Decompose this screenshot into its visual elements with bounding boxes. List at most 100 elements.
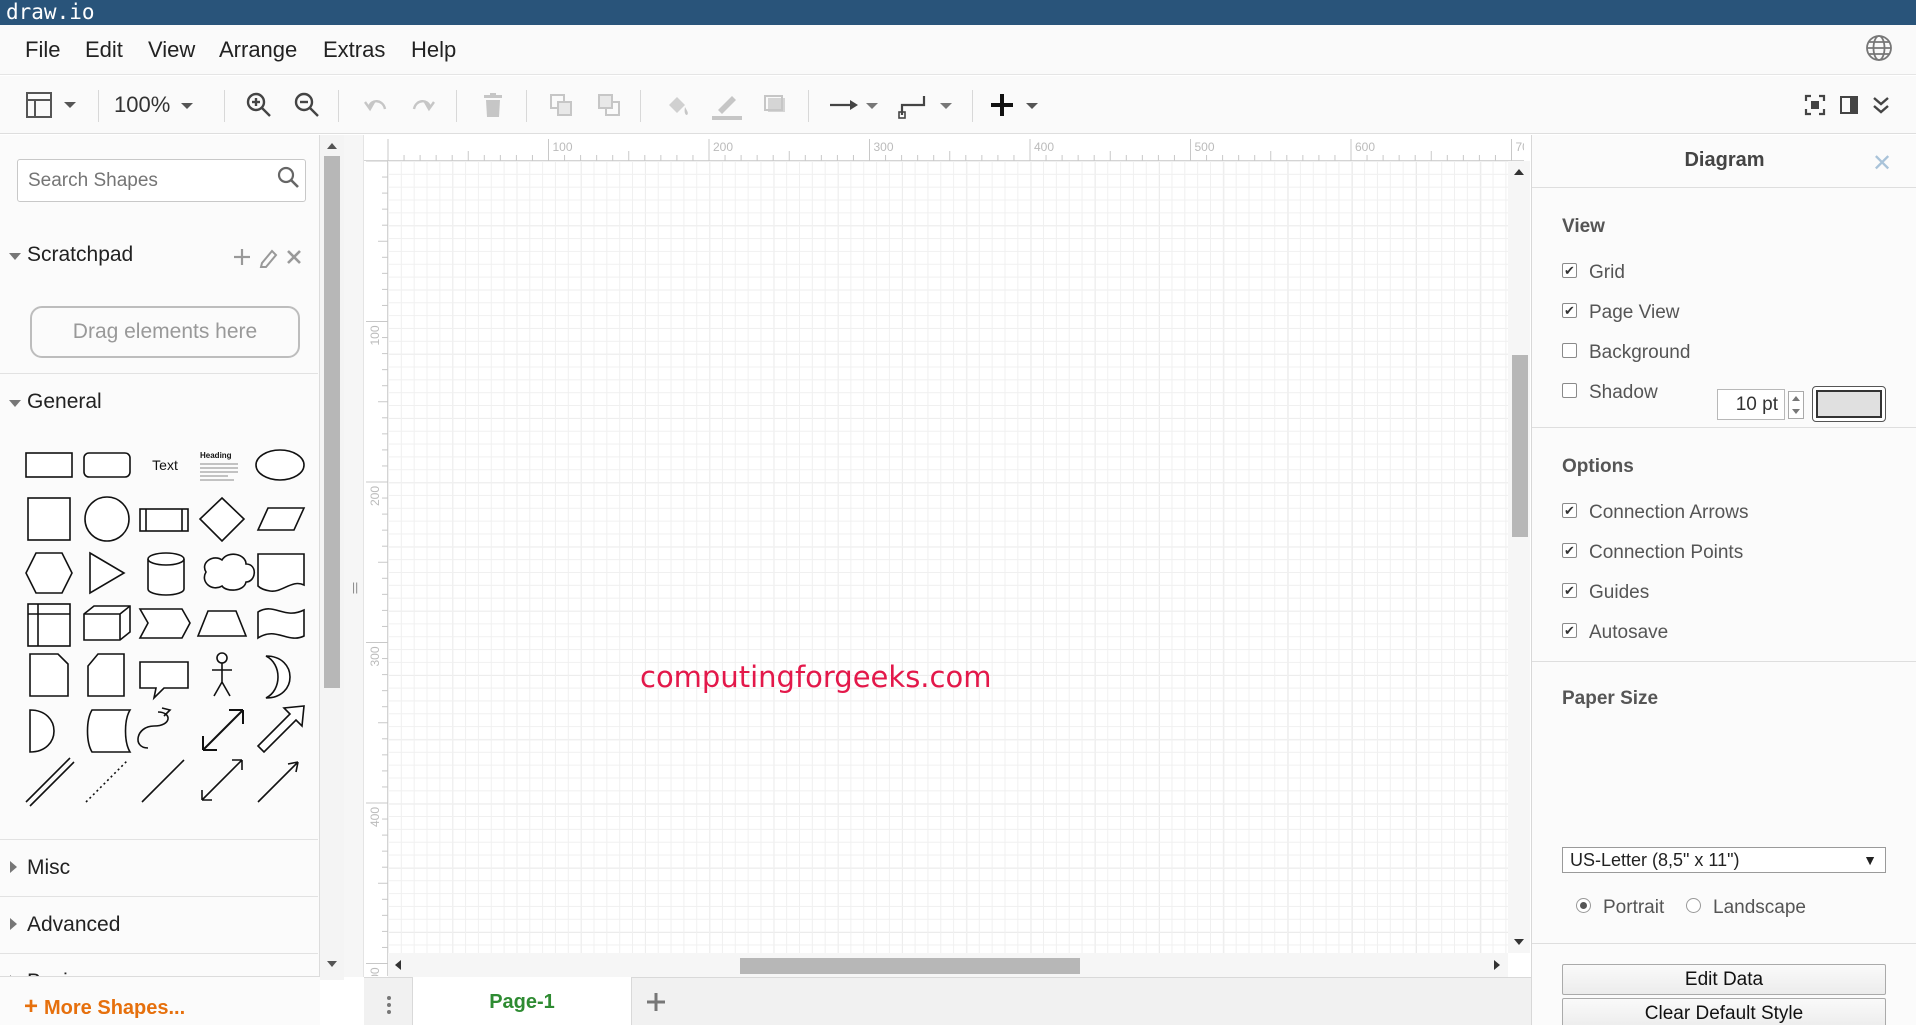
scroll-down-icon[interactable]	[325, 959, 339, 969]
scratchpad-actions-icon[interactable]	[232, 246, 308, 268]
insert-button[interactable]	[988, 88, 1044, 122]
page-menu-dots-icon[interactable]	[384, 994, 394, 1016]
horizontal-ruler: 100 200 300 400 500 600 700	[364, 135, 1536, 161]
autosave-checkbox[interactable]: ✔	[1562, 622, 1577, 638]
grid-color-button[interactable]	[1812, 386, 1886, 422]
edit-data-button[interactable]: Edit Data	[1562, 964, 1886, 995]
circle-shape	[84, 496, 130, 542]
grid-checkbox[interactable]: ✔	[1562, 262, 1577, 278]
search-shapes-input[interactable]	[17, 159, 306, 202]
fullscreen-button[interactable]	[1800, 88, 1830, 122]
clear-default-style-button[interactable]: Clear Default Style	[1562, 998, 1886, 1025]
collapse-toolbar-button[interactable]	[1866, 88, 1896, 122]
shadow-option[interactable]: Shadow	[1562, 382, 1658, 404]
window-title: draw.io	[0, 0, 1916, 25]
scratchpad-section[interactable]: Scratchpad	[0, 227, 318, 285]
elbow-connector-icon	[898, 96, 952, 119]
page-view-checkbox[interactable]: ✔	[1562, 302, 1577, 318]
to-front-icon	[550, 94, 572, 116]
scroll-up-icon[interactable]	[325, 141, 339, 151]
ruler-label: 100	[368, 325, 382, 345]
menu-arrange[interactable]: Arrange	[219, 37, 297, 63]
advanced-section[interactable]: Advanced	[0, 896, 318, 954]
zoom-out-button[interactable]	[290, 88, 324, 122]
misc-title: Misc	[27, 856, 71, 879]
search-icon[interactable]	[276, 165, 302, 191]
language-globe-icon[interactable]	[1864, 33, 1894, 63]
grid-size-stepper-icon[interactable]	[1788, 391, 1804, 419]
guides-checkbox[interactable]: ✔	[1562, 582, 1577, 598]
menu-help[interactable]: Help	[411, 37, 456, 63]
redo-button[interactable]	[407, 88, 441, 122]
portrait-radio[interactable]	[1576, 897, 1591, 913]
canvas-horizontal-scroll-thumb[interactable]	[740, 958, 1080, 974]
background-option[interactable]: Background	[1562, 342, 1690, 364]
menu-view[interactable]: View	[148, 37, 195, 63]
expand-triangle-icon	[9, 400, 21, 407]
connection-points-option[interactable]: ✔ Connection Points	[1562, 542, 1743, 564]
hexagon-shape	[25, 552, 73, 594]
diagram-canvas[interactable]	[388, 161, 1508, 953]
vertical-ruler: 100 200 300 400 500	[364, 160, 388, 988]
grid-size-input[interactable]: 10 pt	[1717, 389, 1785, 420]
connection-points-checkbox[interactable]: ✔	[1562, 542, 1577, 558]
sidebar-splitter[interactable]	[344, 135, 364, 977]
ruler-label: 500	[368, 967, 382, 976]
delete-button[interactable]	[476, 88, 510, 122]
shadow-icon	[764, 95, 785, 112]
shadow-checkbox[interactable]	[1562, 382, 1577, 398]
fill-color-button[interactable]	[660, 88, 694, 122]
shadow-button[interactable]	[758, 88, 792, 122]
to-back-button[interactable]	[592, 88, 626, 122]
menu-file[interactable]: File	[25, 37, 60, 63]
scroll-left-icon[interactable]	[393, 958, 403, 972]
landscape-option[interactable]: Landscape	[1686, 897, 1806, 919]
portrait-option[interactable]: Portrait	[1576, 897, 1664, 919]
scroll-down-icon[interactable]	[1512, 937, 1526, 947]
page-view-option[interactable]: ✔ Page View	[1562, 302, 1680, 324]
table-shape	[27, 603, 71, 647]
to-front-button[interactable]	[544, 88, 578, 122]
scroll-right-icon[interactable]	[1492, 958, 1502, 972]
paper-size-heading: Paper Size	[1562, 688, 1659, 709]
format-panel-toggle-button[interactable]	[24, 88, 80, 122]
splitter-grip-icon[interactable]: ||	[352, 580, 358, 594]
paper-size-select[interactable]: US-Letter (8,5" x 11") ▼	[1562, 847, 1886, 873]
zoom-level-dropdown[interactable]: 100%	[114, 88, 208, 122]
connection-arrows-checkbox[interactable]: ✔	[1562, 502, 1577, 518]
shape-library-grid[interactable]: Text Heading	[0, 422, 318, 822]
canvas-vertical-scroll-thumb[interactable]	[1512, 355, 1528, 537]
scratchpad-drop-zone[interactable]: Drag elements here	[30, 306, 300, 358]
connection-style-button[interactable]	[826, 88, 882, 122]
or-shape	[265, 655, 291, 699]
menu-extras[interactable]: Extras	[323, 37, 385, 63]
waypoints-button[interactable]	[896, 88, 956, 122]
sidebar-scroll-thumb[interactable]	[324, 156, 340, 688]
line-color-button[interactable]	[708, 88, 744, 122]
watermark-text: computingforgeeks.com	[640, 660, 992, 694]
ruler-label: 400	[1034, 140, 1054, 154]
menu-edit[interactable]: Edit	[85, 37, 123, 63]
format-panel-button[interactable]	[1834, 88, 1864, 122]
ruler-label: 700	[1516, 140, 1525, 154]
paint-bucket-icon	[669, 97, 688, 115]
arrow-right-icon	[830, 100, 878, 110]
misc-section[interactable]: Misc	[0, 839, 318, 897]
more-shapes-button[interactable]: + More Shapes...	[0, 976, 320, 1025]
zoom-in-button[interactable]	[242, 88, 276, 122]
background-checkbox[interactable]	[1562, 342, 1577, 358]
close-icon[interactable]: ✕	[1872, 149, 1892, 178]
grid-option[interactable]: ✔ Grid	[1562, 262, 1625, 284]
landscape-radio[interactable]	[1686, 897, 1701, 913]
canvas-vertical-scrollbar[interactable]	[1508, 161, 1530, 953]
page-tab-page-1[interactable]: Page-1	[412, 977, 632, 1025]
add-page-icon[interactable]	[644, 990, 668, 1014]
connection-arrows-option[interactable]: ✔ Connection Arrows	[1562, 502, 1748, 524]
zoom-in-icon	[246, 92, 271, 117]
guides-option[interactable]: ✔ Guides	[1562, 582, 1649, 604]
autosave-option[interactable]: ✔ Autosave	[1562, 622, 1668, 644]
scratchpad-title: Scratchpad	[27, 243, 134, 266]
undo-button[interactable]	[358, 88, 392, 122]
scroll-up-icon[interactable]	[1512, 167, 1526, 177]
shapes-sidebar: Scratchpad Drag elements here General	[0, 135, 320, 1025]
